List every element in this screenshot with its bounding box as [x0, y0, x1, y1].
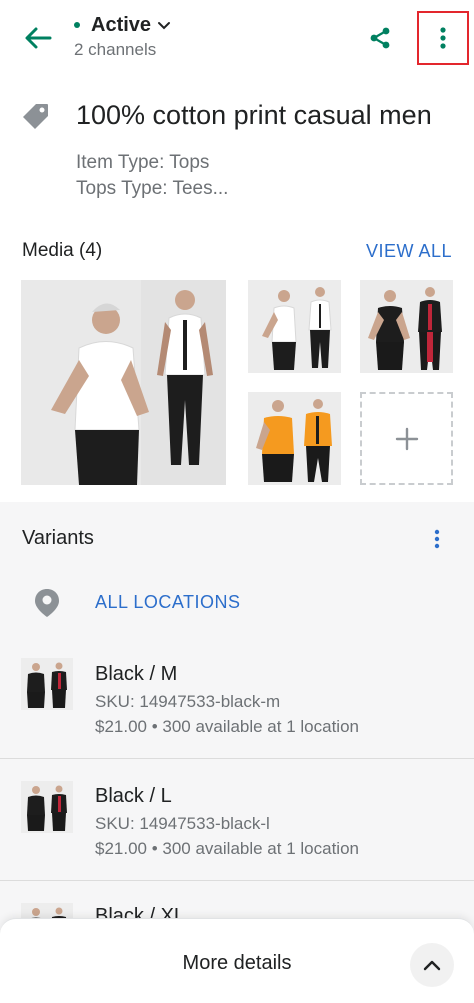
status-selector[interactable]: Active 2 channels — [74, 12, 171, 60]
more-details-bar[interactable]: More details — [0, 918, 474, 1003]
expand-details-button[interactable] — [410, 943, 454, 987]
more-options-button[interactable] — [417, 11, 469, 65]
app-bar: Active 2 channels — [0, 0, 474, 80]
media-image-main[interactable] — [21, 280, 226, 485]
product-title-row[interactable]: 100% cotton print casual men — [0, 96, 474, 144]
variant-row[interactable]: Black / M SKU: 14947533-black-m $21.00 •… — [0, 636, 474, 758]
media-image-thumb[interactable] — [248, 392, 341, 485]
variants-more-button[interactable] — [425, 526, 449, 552]
share-icon — [370, 27, 390, 49]
item-type: Item Type: Tops — [76, 152, 210, 173]
more-details-label: More details — [182, 952, 292, 974]
chevron-down-icon — [158, 22, 171, 30]
product-meta: Item Type: Tops Tops Type: Tees... — [76, 150, 228, 202]
variant-name: Black / M — [95, 663, 178, 685]
back-button[interactable] — [18, 20, 58, 56]
more-vertical-icon — [434, 529, 440, 549]
share-button[interactable] — [362, 20, 398, 56]
plus-icon — [395, 427, 418, 450]
variant-stock: $21.00 • 300 available at 1 location — [95, 839, 359, 858]
variant-thumbnail — [21, 658, 73, 710]
chevron-up-icon — [423, 960, 441, 971]
more-vertical-icon — [440, 27, 446, 49]
all-locations-link[interactable]: ALL LOCATIONS — [95, 592, 241, 613]
media-image-thumb[interactable] — [248, 280, 341, 373]
view-all-link[interactable]: VIEW ALL — [366, 241, 452, 262]
variants-heading: Variants — [22, 527, 94, 549]
tops-type: Tops Type: Tees... — [76, 178, 229, 199]
location-pin-icon — [35, 589, 59, 617]
variant-sku: SKU: 14947533-black-l — [95, 814, 270, 833]
add-media-button[interactable] — [360, 392, 453, 485]
media-heading: Media (4) — [22, 240, 103, 261]
variant-name: Black / L — [95, 785, 172, 807]
status-dot — [74, 22, 80, 28]
variant-stock: $21.00 • 300 available at 1 location — [95, 717, 359, 736]
product-title: 100% cotton print casual men — [76, 100, 432, 130]
back-arrow-icon — [25, 27, 52, 49]
status-label: Active — [91, 13, 152, 36]
channels-count: 2 channels — [74, 40, 157, 59]
variant-thumbnail — [21, 781, 73, 833]
media-image-thumb[interactable] — [360, 280, 453, 373]
variant-sku: SKU: 14947533-black-m — [95, 692, 281, 711]
tag-icon — [23, 104, 48, 129]
variant-row[interactable]: Black / L SKU: 14947533-black-l $21.00 •… — [0, 759, 474, 881]
